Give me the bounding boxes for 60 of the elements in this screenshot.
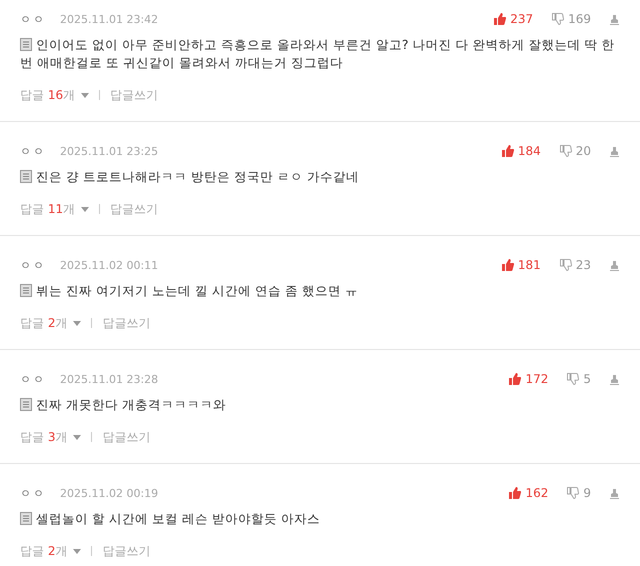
write-reply-link[interactable]: 답글쓰기: [102, 428, 150, 446]
comment-date: 2025.11.01 23:25: [60, 144, 158, 158]
comment-date: 2025.11.02 00:11: [60, 258, 158, 272]
comment-text: 뷔는 진짜 여기저기 노는데 낄 시간에 연습 좀 했으면 ㅠ: [20, 282, 620, 300]
caret-down-icon: [73, 434, 82, 440]
reply-count-button[interactable]: 답글 3개: [20, 428, 82, 446]
thumbs-down-icon: [566, 487, 580, 499]
note-icon: [20, 398, 32, 411]
note-icon: [20, 38, 32, 51]
like-button[interactable]: 237: [493, 12, 548, 26]
comment-text: 셀럽놀이 할 시간에 보컬 레슨 받아야할듯 아자스: [20, 510, 620, 528]
thumbs-down-icon: [566, 373, 580, 385]
reply-count-button[interactable]: 답글 2개: [20, 314, 82, 332]
comment-text: 진은 걍 트로트나해라ㅋㅋ 방탄은 정국만 ㄹㅇ 가수같네: [20, 168, 620, 186]
dislike-button[interactable]: 9: [566, 486, 605, 500]
reply-count-button[interactable]: 답글 11개: [20, 200, 90, 218]
thumbs-up-icon: [508, 487, 522, 499]
reply-count-button[interactable]: 답글 2개: [20, 542, 82, 560]
comment-date: 2025.11.01 23:42: [60, 12, 158, 26]
note-icon: [20, 512, 32, 525]
dislike-button[interactable]: 20: [558, 144, 605, 158]
like-button[interactable]: 184: [500, 144, 555, 158]
stamp-icon[interactable]: [609, 260, 620, 270]
author-name: ㅇㅇ: [20, 144, 46, 158]
like-button[interactable]: 181: [500, 258, 555, 272]
caret-down-icon: [73, 548, 82, 554]
reply-count-button[interactable]: 답글 16개: [20, 86, 90, 104]
write-reply-link[interactable]: 답글쓰기: [102, 542, 150, 560]
thumbs-up-icon: [493, 13, 506, 25]
dislike-button[interactable]: 23: [558, 258, 605, 272]
dislike-button[interactable]: 5: [566, 372, 605, 386]
thumbs-down-icon: [558, 145, 572, 157]
like-button[interactable]: 162: [508, 486, 562, 500]
comment-date: 2025.11.02 00:19: [60, 486, 158, 500]
note-icon: [20, 284, 32, 297]
stamp-icon[interactable]: [609, 146, 620, 156]
thumbs-up-icon: [500, 145, 514, 157]
caret-down-icon: [81, 206, 90, 212]
comment-text: 인이어도 없이 아무 준비안하고 즉흥으로 올라와서 부른건 알고? 나머진 다 완벽하게 잘했는데 딱 한번 애매한걸로 또 귀신같이 몰려와서 까대는거 징그럽다: [20, 36, 616, 72]
author-name: ㅇㅇ: [20, 258, 46, 272]
comment-date: 2025.11.01 23:28: [60, 372, 158, 386]
write-reply-link[interactable]: 답글쓰기: [110, 86, 158, 104]
stamp-icon[interactable]: [609, 14, 620, 24]
stamp-icon[interactable]: [609, 488, 620, 498]
author-name: ㅇㅇ: [20, 372, 46, 386]
caret-down-icon: [81, 92, 90, 98]
author-name: ㅇㅇ: [20, 12, 46, 26]
comment-text: 진짜 개못한다 개충격ㅋㅋㅋㅋ와: [20, 396, 620, 414]
thumbs-down-icon: [558, 259, 572, 271]
write-reply-link[interactable]: 답글쓰기: [102, 314, 150, 332]
thumbs-down-icon: [551, 13, 564, 25]
thumbs-up-icon: [508, 373, 522, 385]
stamp-icon[interactable]: [609, 374, 620, 384]
note-icon: [20, 170, 32, 183]
caret-down-icon: [73, 320, 82, 326]
dislike-button[interactable]: 169: [551, 12, 605, 26]
author-name: ㅇㅇ: [20, 486, 46, 500]
thumbs-up-icon: [500, 259, 514, 271]
like-button[interactable]: 172: [508, 372, 562, 386]
write-reply-link[interactable]: 답글쓰기: [110, 200, 158, 218]
